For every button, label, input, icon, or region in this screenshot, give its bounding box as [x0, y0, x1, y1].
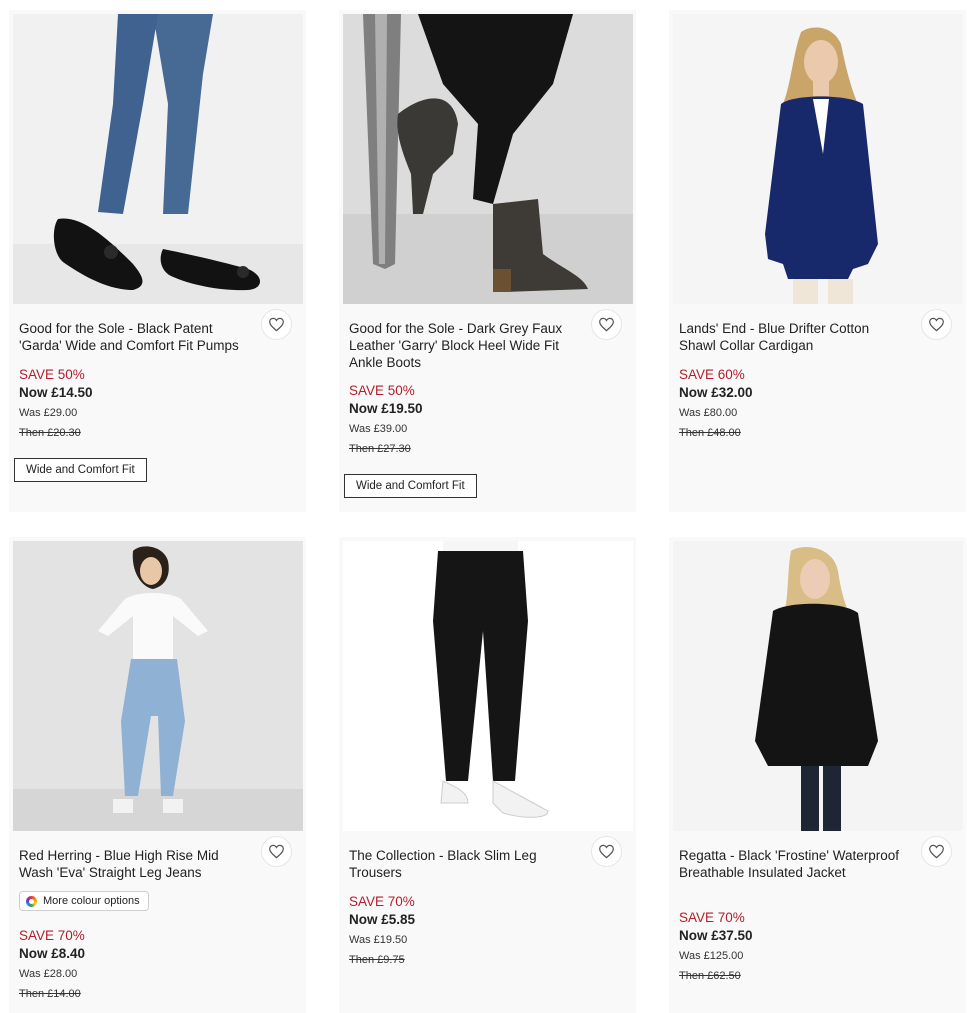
was-price: Was £28.00: [19, 968, 78, 980]
save-percent: SAVE 60%: [679, 367, 745, 382]
save-percent: SAVE 70%: [679, 910, 745, 925]
product-title[interactable]: Red Herring - Blue High Rise Mid Wash 'E…: [19, 847, 244, 881]
was-price: Was £125.00: [679, 950, 744, 962]
more-colours-button[interactable]: More colour options: [19, 891, 149, 911]
colour-wheel-icon: [26, 895, 37, 907]
save-percent: SAVE 50%: [19, 367, 85, 382]
heart-outline-icon: [269, 844, 284, 859]
product-image-trousers[interactable]: [343, 541, 633, 831]
wishlist-button[interactable]: [591, 836, 622, 867]
product-title[interactable]: Good for the Sole - Black Patent 'Garda'…: [19, 320, 244, 354]
product-image-pumps[interactable]: [13, 14, 303, 304]
product-image-jacket[interactable]: [673, 541, 963, 831]
fit-tag[interactable]: Wide and Comfort Fit: [344, 474, 477, 498]
product-image-jeans[interactable]: [13, 541, 303, 831]
product-card[interactable]: Regatta - Black 'Frostine' Waterproof Br…: [669, 537, 966, 1013]
wishlist-button[interactable]: [261, 309, 292, 340]
then-price: Then £14.00: [19, 988, 81, 1000]
product-card[interactable]: Red Herring - Blue High Rise Mid Wash 'E…: [9, 537, 306, 1013]
product-title[interactable]: Lands' End - Blue Drifter Cotton Shawl C…: [679, 320, 904, 354]
wishlist-button[interactable]: [921, 836, 952, 867]
now-price: Now £8.40: [19, 946, 86, 961]
product-image-cardigan[interactable]: [673, 14, 963, 304]
was-price: Was £19.50: [349, 934, 408, 946]
save-percent: SAVE 70%: [19, 928, 85, 943]
now-price: Now £5.85: [349, 912, 416, 927]
heart-outline-icon: [929, 317, 944, 332]
heart-outline-icon: [929, 844, 944, 859]
product-image-ankle-boots[interactable]: [343, 14, 633, 304]
heart-outline-icon: [269, 317, 284, 332]
product-title[interactable]: Regatta - Black 'Frostine' Waterproof Br…: [679, 847, 904, 881]
wishlist-button[interactable]: [921, 309, 952, 340]
then-price: Then £62.50: [679, 970, 741, 982]
then-price: Then £20.30: [19, 427, 81, 439]
more-colours-label: More colour options: [43, 895, 140, 907]
now-price: Now £19.50: [349, 401, 423, 416]
heart-outline-icon: [599, 317, 614, 332]
fit-tag[interactable]: Wide and Comfort Fit: [14, 458, 147, 482]
was-price: Was £39.00: [349, 423, 408, 435]
product-title[interactable]: The Collection - Black Slim Leg Trousers: [349, 847, 574, 881]
product-card[interactable]: Good for the Sole - Dark Grey Faux Leath…: [339, 10, 636, 512]
wishlist-button[interactable]: [591, 309, 622, 340]
now-price: Now £32.00: [679, 385, 753, 400]
was-price: Was £80.00: [679, 407, 738, 419]
then-price: Then £27.30: [349, 443, 411, 455]
was-price: Was £29.00: [19, 407, 78, 419]
save-percent: SAVE 70%: [349, 894, 415, 909]
now-price: Now £14.50: [19, 385, 93, 400]
heart-outline-icon: [599, 844, 614, 859]
then-price: Then £48.00: [679, 427, 741, 439]
product-card[interactable]: Lands' End - Blue Drifter Cotton Shawl C…: [669, 10, 966, 512]
product-card[interactable]: The Collection - Black Slim Leg Trousers…: [339, 537, 636, 1013]
save-percent: SAVE 50%: [349, 383, 415, 398]
wishlist-button[interactable]: [261, 836, 292, 867]
then-price: Then £9.75: [349, 954, 405, 966]
now-price: Now £37.50: [679, 928, 753, 943]
product-title[interactable]: Good for the Sole - Dark Grey Faux Leath…: [349, 320, 574, 371]
product-card[interactable]: Good for the Sole - Black Patent 'Garda'…: [9, 10, 306, 512]
